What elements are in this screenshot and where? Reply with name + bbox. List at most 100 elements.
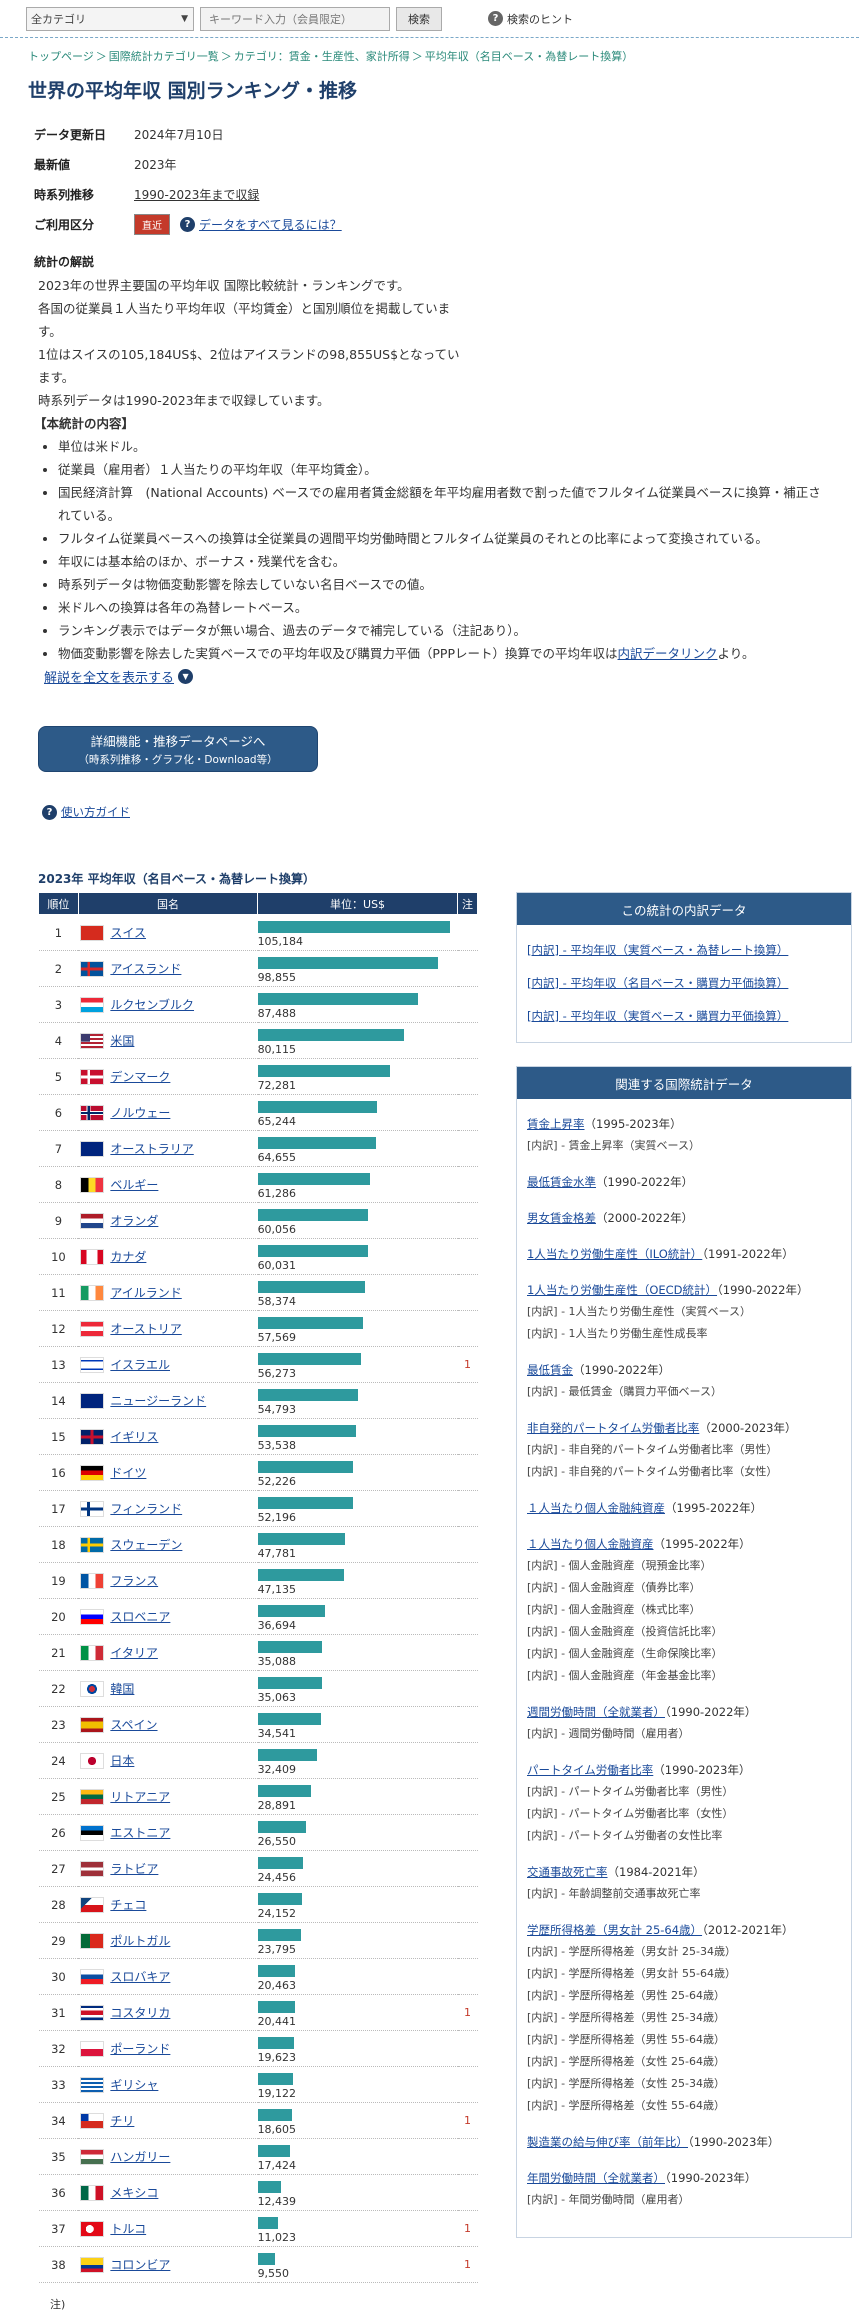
country-link[interactable]: ベルギー — [110, 1178, 158, 1192]
breadcrumb-categories[interactable]: 国際統計カテゴリ一覧 — [109, 50, 219, 63]
country-link[interactable]: スウェーデン — [110, 1538, 182, 1552]
country-link[interactable]: メキシコ — [110, 2186, 158, 2200]
flag-icon — [80, 1500, 105, 1517]
country-link[interactable]: ハンガリー — [110, 2150, 170, 2164]
country-link[interactable]: ドイツ — [110, 1466, 146, 1480]
country-link[interactable]: ポルトガル — [110, 1934, 170, 1948]
usage-guide-label[interactable]: 使い方ガイド — [61, 804, 130, 820]
country-link[interactable]: 日本 — [110, 1754, 134, 1768]
country-link[interactable]: フランス — [110, 1574, 158, 1588]
country-link[interactable]: フィンランド — [110, 1502, 182, 1516]
country-link[interactable]: スペイン — [110, 1718, 157, 1732]
rank-cell: 2 — [38, 950, 79, 987]
country-link[interactable]: コスタリカ — [110, 2006, 170, 2020]
search-button[interactable]: 検索 — [396, 6, 442, 31]
note-cell: 1 — [457, 1346, 478, 1383]
country-link[interactable]: スロベニア — [110, 1610, 170, 1624]
country-link[interactable]: チェコ — [110, 1898, 146, 1912]
value-cell: 17,424 — [257, 2138, 458, 2175]
country-link[interactable]: アイスランド — [110, 962, 181, 976]
country-link[interactable]: エストニア — [110, 1826, 170, 1840]
related-link[interactable]: 製造業の給与伸び率（前年比） — [527, 2135, 688, 2149]
usage-link[interactable]: データをすべて見るには？ — [199, 216, 342, 233]
country-link[interactable]: カナダ — [110, 1250, 146, 1264]
value-cell: 58,374 — [257, 1274, 458, 1311]
breadcrumb-top[interactable]: トップページ — [28, 50, 94, 63]
related-years: （1995-2022年） — [665, 1501, 763, 1515]
related-link[interactable]: 賃金上昇率 — [527, 1117, 585, 1131]
series-link[interactable]: 1990-2023年まで収録 — [134, 186, 259, 203]
related-link[interactable]: パートタイム労働者比率 — [527, 1763, 653, 1777]
country-link[interactable]: コロンビア — [110, 2258, 170, 2272]
value-bar — [257, 2145, 290, 2157]
breakdown-link[interactable]: [内訳] - 平均年収（名目ベース・購買力平価換算） — [527, 975, 788, 991]
related-link[interactable]: 男女賃金格差 — [527, 1211, 596, 1225]
country-link[interactable]: ラトビア — [110, 1862, 158, 1876]
search-bar: 全カテゴリ ▼ キーワード入力（会員限定） 検索 ? 検索のヒント — [0, 0, 859, 38]
country-link[interactable]: スロバキア — [110, 1970, 170, 1984]
related-link[interactable]: 最低賃金水準 — [527, 1175, 596, 1189]
country-link[interactable]: ギリシャ — [110, 2078, 158, 2092]
country-cell: スイス — [78, 914, 258, 951]
updated-label: データ更新日 — [34, 127, 107, 142]
table-row: 28 チェコ 24,152 — [38, 1886, 478, 1923]
country-link[interactable]: ノルウェー — [110, 1106, 170, 1120]
related-link[interactable]: 1人当たり労働生産性（OECD統計） — [527, 1283, 717, 1297]
country-link[interactable]: 韓国 — [110, 1682, 134, 1696]
related-link[interactable]: 交通事故死亡率 — [527, 1865, 608, 1879]
value-bar — [257, 1929, 301, 1941]
breakdown-data-link[interactable]: 内訳データリンク — [618, 646, 718, 661]
related-link[interactable]: 最低賃金 — [527, 1363, 573, 1377]
detail-button-line2: （時系列推移・グラフ化・Download等） — [78, 754, 278, 766]
country-link[interactable]: ポーランド — [110, 2042, 170, 2056]
breakdown-link[interactable]: [内訳] - 平均年収（実質ベース・為替レート換算） — [527, 942, 788, 958]
show-more-link[interactable]: 解説を全文を表示する ▼ — [44, 667, 859, 686]
breadcrumb-category[interactable]: カテゴリ：賃金・生産性、家計所得 — [234, 50, 410, 63]
country-link[interactable]: アイルランド — [110, 1286, 181, 1300]
country-link[interactable]: イタリア — [110, 1646, 158, 1660]
value-number: 9,550 — [257, 2267, 290, 2280]
country-link[interactable]: デンマーク — [110, 1070, 170, 1084]
country-link[interactable]: トルコ — [110, 2222, 146, 2236]
related-sub-item: [内訳] - パートタイム労働者の女性比率 — [527, 1829, 723, 1842]
note-cell — [457, 1886, 478, 1923]
related-link[interactable]: １人当たり個人金融純資産 — [527, 1501, 665, 1515]
table-row: 2 アイスランド 98,855 — [38, 950, 478, 987]
note-cell — [457, 1130, 478, 1167]
related-link[interactable]: 非自発的パートタイム労働者比率 — [527, 1421, 699, 1435]
country-link[interactable]: イスラエル — [110, 1358, 170, 1372]
related-sub-item: [内訳] - パートタイム労働者比率（女性） — [527, 1807, 734, 1820]
search-hint-link[interactable]: ? 検索のヒント — [488, 11, 573, 27]
related-group: 男女賃金格差（2000-2022年） — [527, 1207, 841, 1229]
country-link[interactable]: ニュージーランド — [110, 1394, 206, 1408]
country-link[interactable]: オランダ — [110, 1214, 158, 1228]
value-bar — [257, 2181, 281, 2193]
rank-cell: 27 — [38, 1850, 79, 1887]
detail-page-button[interactable]: 詳細機能・推移データページへ （時系列推移・グラフ化・Download等） — [38, 726, 318, 772]
breakdown-link[interactable]: [内訳] - 平均年収（実質ベース・購買力平価換算） — [527, 1008, 788, 1024]
category-select[interactable]: 全カテゴリ ▼ — [26, 6, 194, 31]
note-cell — [457, 2174, 478, 2211]
flag-icon — [80, 2256, 105, 2273]
flag-icon — [80, 1896, 105, 1913]
value-bar — [257, 1713, 321, 1725]
country-link[interactable]: オーストラリア — [110, 1142, 193, 1156]
value-bar — [257, 1317, 363, 1329]
related-group: 交通事故死亡率（1984-2021年） [内訳] - 年齢調整前交通事故死亡率 — [527, 1861, 841, 1905]
related-link[interactable]: 年間労働時間（全就業者） — [527, 2171, 665, 2185]
related-link[interactable]: 週間労働時間（全就業者） — [527, 1705, 665, 1719]
country-link[interactable]: ルクセンブルク — [110, 998, 194, 1012]
country-link[interactable]: 米国 — [110, 1034, 134, 1048]
country-link[interactable]: チリ — [110, 2114, 134, 2128]
country-link[interactable]: リトアニア — [110, 1790, 170, 1804]
flag-icon — [80, 2220, 105, 2237]
country-link[interactable]: オーストリア — [110, 1322, 181, 1336]
show-more-label[interactable]: 解説を全文を表示する — [44, 667, 174, 686]
related-link[interactable]: 学歴所得格差（男女計 25-64歳） — [527, 1923, 702, 1937]
search-input[interactable]: キーワード入力（会員限定） — [200, 6, 390, 31]
country-link[interactable]: スイス — [110, 926, 146, 940]
related-link[interactable]: １人当たり個人金融資産 — [527, 1537, 654, 1551]
country-link[interactable]: イギリス — [110, 1430, 158, 1444]
usage-guide-link[interactable]: ? 使い方ガイド — [42, 804, 859, 820]
related-link[interactable]: 1人当たり労働生産性（ILO統計） — [527, 1247, 702, 1261]
